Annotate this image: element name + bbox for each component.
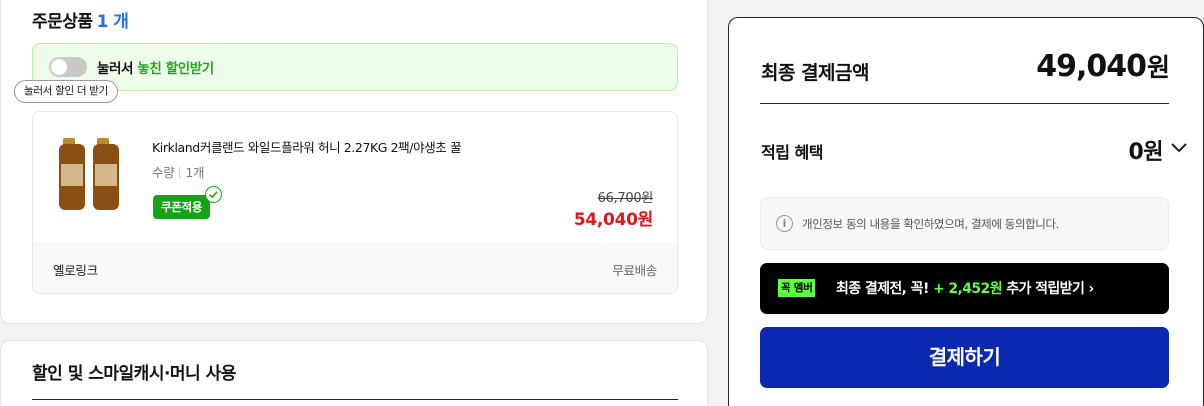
order-items-card: 주문상품 1 개 눌러서 놓친 할인받기 Kirkland커클랜드 와일드플라워 … (0, 0, 708, 324)
promo-highlight: 놓친 할인받기 (137, 61, 214, 77)
member-badge: 꼭 멤버 (778, 279, 816, 297)
original-price: 66,700원 (597, 191, 654, 206)
reward-value[interactable]: 0원 (1128, 134, 1163, 166)
promo-text: 눌러서 놓친 할인받기 (97, 61, 214, 77)
qty-separator (179, 167, 181, 178)
consent-text: 개인정보 동의 내용을 확인하였으며, 결제에 동의합니다. (802, 217, 1059, 231)
order-count: 1 개 (96, 12, 129, 32)
discount-section-card: 할인 및 스마일캐시·머니 사용 (0, 340, 708, 406)
product-name[interactable]: Kirkland커클랜드 와일드플라워 허니 2.27KG 2팩/야생초 꿀 (152, 137, 461, 156)
summary-divider (760, 103, 1169, 104)
order-section-title: 주문상품 1 개 (32, 12, 129, 32)
discount-toggle[interactable] (49, 57, 87, 77)
shipping-info: 무료배송 (612, 263, 657, 278)
product-thumbnail[interactable] (57, 132, 127, 214)
section-divider (32, 399, 678, 400)
reward-label: 적립 혜택 (761, 143, 823, 162)
chevron-down-icon[interactable] (1169, 141, 1189, 155)
seller-name[interactable]: 옐로링크 (53, 260, 98, 279)
info-icon: i (776, 215, 793, 232)
discount-tooltip: 눌러서 할인 더 받기 (14, 80, 118, 103)
product-quantity: 수량 1개 (152, 165, 205, 180)
toggle-knob (51, 59, 67, 75)
check-icon (205, 186, 222, 203)
member-banner-text: 최종 결제전, 꼭! + 2,452원 추가 적립받기 › (836, 281, 1094, 297)
member-reward-banner[interactable]: 꼭 멤버 최종 결제전, 꼭! + 2,452원 추가 적립받기 › (760, 263, 1169, 314)
payment-summary-card: 최종 결제금액 49,040원 적립 혜택 0원 i 개인정보 동의 내용을 확… (728, 17, 1204, 406)
coupon-applied-badge: 쿠폰적용 (153, 195, 211, 219)
consent-notice: i 개인정보 동의 내용을 확인하였으며, 결제에 동의합니다. (760, 197, 1169, 250)
discount-section-title: 할인 및 스마일캐시·머니 사용 (32, 364, 236, 384)
sale-price: 54,040원 (573, 210, 653, 230)
total-amount: 49,040원 (1036, 49, 1170, 84)
order-item-card: Kirkland커클랜드 와일드플라워 허니 2.27KG 2팩/야생초 꿀 수… (32, 111, 678, 294)
item-footer: 옐로링크 무료배송 (33, 242, 677, 293)
member-reward-amount: + 2,452원 (933, 281, 1003, 297)
pay-button[interactable]: 결제하기 (760, 327, 1169, 388)
missed-discount-bar[interactable]: 눌러서 놓친 할인받기 (32, 43, 678, 91)
total-label: 최종 결제금액 (761, 62, 870, 84)
